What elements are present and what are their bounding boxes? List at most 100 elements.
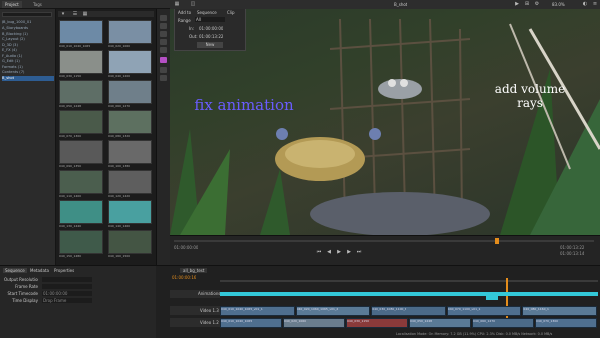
bin-item[interactable]: E_FX (4) bbox=[2, 48, 54, 53]
timeline-clip[interactable]: 040_030_1080_1100_t bbox=[371, 306, 446, 316]
annotation-fix-animation[interactable]: fix animation bbox=[194, 97, 294, 113]
clip-thumbnail[interactable] bbox=[59, 230, 103, 254]
track-header-video-1-3[interactable]: Video 1.3 bbox=[170, 306, 220, 315]
clip-thumbnail[interactable] bbox=[59, 140, 103, 164]
redo-tool-icon[interactable] bbox=[160, 75, 167, 81]
timeline-clip[interactable]: 040_010_1040_1065_v01_1 bbox=[220, 306, 295, 316]
clip-thumbnail[interactable] bbox=[59, 170, 103, 194]
timeline-clip-label: 040_070_1100_v01_1 bbox=[447, 307, 481, 311]
bin-item[interactable]: A_Storyboards bbox=[2, 26, 54, 31]
scrub-bar[interactable] bbox=[174, 240, 594, 242]
inspector-field-label: Frame Rate bbox=[15, 284, 38, 289]
grid-icon[interactable]: ▦ bbox=[174, 1, 180, 7]
popup-in-value[interactable]: 01:00:00:00 bbox=[199, 26, 223, 31]
clip-thumbnail[interactable] bbox=[108, 80, 152, 104]
track-header-animations[interactable]: Animations bbox=[170, 290, 220, 298]
clip-thumbnail[interactable] bbox=[59, 20, 103, 44]
bin-item[interactable]: Formats (1) bbox=[2, 65, 54, 70]
grid-view-icon[interactable]: ▦ bbox=[82, 11, 88, 17]
clip-thumbnail[interactable] bbox=[59, 200, 103, 224]
timeline-clip-label: 040_070_1300 bbox=[536, 319, 559, 323]
animation-track-bar[interactable] bbox=[220, 292, 598, 296]
popup-clip-option[interactable]: Clip bbox=[227, 10, 235, 15]
clip-thumbnail[interactable] bbox=[59, 50, 103, 74]
brush-tool-icon[interactable] bbox=[160, 39, 167, 45]
popup-sequence-option[interactable]: Sequence bbox=[197, 10, 217, 15]
clip-thumbnail-label: 040_050_1248 bbox=[59, 105, 82, 108]
clip-thumbnails: ▾ ☰ ▦ 040_010_1040_1065 040_020_1060 040_0… bbox=[56, 9, 156, 265]
clip-thumbnail[interactable] bbox=[59, 80, 103, 104]
settings-icon[interactable]: ⚙ bbox=[534, 1, 540, 7]
color-icon[interactable]: ◐ bbox=[582, 1, 588, 7]
playhead-marker[interactable] bbox=[495, 238, 499, 244]
clip-thumbnail[interactable] bbox=[108, 170, 152, 194]
timeline-clip[interactable]: 040_030_1150 bbox=[346, 318, 408, 328]
timeline-clip[interactable]: 040_050_1248 bbox=[409, 318, 471, 328]
eraser-tool-icon[interactable] bbox=[160, 47, 167, 53]
inspector-field-value[interactable] bbox=[42, 284, 92, 289]
timeline-clip[interactable]: 040_080_1160_1 bbox=[522, 306, 597, 316]
popup-range-select[interactable]: All bbox=[195, 17, 225, 22]
list-view-icon[interactable]: ☰ bbox=[72, 11, 78, 17]
project-panel: JB_bug_1000_01 A_Storyboards B_Blocking (… bbox=[0, 9, 56, 265]
bin-item[interactable]: B_shot bbox=[2, 75, 54, 81]
project-root[interactable]: JB_bug_1000_01 bbox=[2, 20, 31, 25]
clip-thumbnail[interactable] bbox=[108, 50, 152, 74]
clip-thumbnail[interactable] bbox=[59, 110, 103, 134]
compare-icon[interactable]: ◫ bbox=[190, 1, 196, 7]
timeline-clip[interactable]: 040_060_1270 bbox=[472, 318, 534, 328]
timeline-clip[interactable]: 040_070_1300 bbox=[535, 318, 597, 328]
annotation-marker[interactable] bbox=[486, 296, 498, 300]
tab-properties[interactable]: Properties bbox=[52, 268, 76, 273]
filter-icon[interactable]: ▾ bbox=[60, 11, 66, 17]
inspector-field-value[interactable] bbox=[42, 277, 92, 282]
timeline-clip[interactable]: 040_070_1100_v01_1 bbox=[446, 306, 522, 316]
tab-metadata[interactable]: Metadata bbox=[28, 268, 51, 273]
color-swatch-icon[interactable] bbox=[160, 57, 167, 63]
timeline-clip[interactable]: 040_020_1060 bbox=[283, 318, 345, 328]
tab-project[interactable]: Project bbox=[2, 1, 22, 8]
skip-forward-icon[interactable]: ⏭ bbox=[356, 249, 362, 255]
shape-tool-icon[interactable] bbox=[160, 31, 167, 37]
inspector-field-value[interactable]: Drop Frame bbox=[42, 298, 92, 303]
tab-tags[interactable]: Tags bbox=[30, 1, 45, 8]
inspector-field-value[interactable]: 01:00:00:00 bbox=[42, 291, 92, 296]
guides-icon[interactable]: ⊞ bbox=[524, 1, 530, 7]
bin-item[interactable]: C_Layout (2) bbox=[2, 37, 54, 42]
bin-item[interactable]: D_3D (3) bbox=[2, 43, 54, 48]
bin-item[interactable]: F_Audio (1) bbox=[2, 54, 54, 59]
skip-back-icon[interactable]: ⏮ bbox=[316, 249, 322, 255]
popup-new-button[interactable]: New bbox=[197, 42, 223, 48]
search-field[interactable] bbox=[2, 12, 52, 17]
bin-item[interactable]: Contents (7) bbox=[2, 70, 54, 75]
select-tool-icon[interactable] bbox=[160, 15, 167, 21]
step-forward-icon[interactable]: ▶ bbox=[346, 249, 352, 255]
annotation-add-volume-rays[interactable]: add volume rays bbox=[480, 82, 580, 110]
tab-sequence[interactable]: Sequence bbox=[3, 268, 27, 273]
clip-thumbnail[interactable] bbox=[108, 230, 152, 254]
timeline-clip[interactable]: 040_010_1040_1065 bbox=[220, 318, 282, 328]
sequence-tab[interactable]: all_bg_test bbox=[180, 268, 208, 273]
timeline-clip-label: 040_010_1040_1065 bbox=[221, 319, 253, 323]
undo-tool-icon[interactable] bbox=[160, 67, 167, 73]
timeline-timecode[interactable]: 01:00:00:16 bbox=[172, 275, 196, 280]
clip-thumbnail[interactable] bbox=[108, 140, 152, 164]
zoom-level[interactable]: 83.0% bbox=[552, 2, 565, 7]
timeline-ruler[interactable] bbox=[220, 280, 598, 282]
popup-add-to-label: Add to bbox=[178, 10, 192, 15]
clip-thumbnail-label: 040_100_1380 bbox=[108, 165, 131, 168]
clip-thumbnail[interactable] bbox=[108, 20, 152, 44]
bin-item[interactable]: G_Edit (1) bbox=[2, 59, 54, 64]
menu-icon[interactable]: ≡ bbox=[592, 1, 598, 7]
clip-thumbnail[interactable] bbox=[108, 110, 152, 134]
timeline-clip[interactable]: 040_020_1060_1065_v01_2 bbox=[295, 306, 371, 316]
step-back-icon[interactable]: ◀ bbox=[326, 249, 332, 255]
clip-thumbnail[interactable] bbox=[108, 200, 152, 224]
bin-item[interactable]: B_Blocking (1) bbox=[2, 32, 54, 37]
play-icon[interactable]: ▶ bbox=[514, 1, 520, 7]
viewer-frame[interactable]: fix animation add volume rays Add to Seq… bbox=[170, 9, 600, 235]
popup-out-value[interactable]: 01:00:13:22 bbox=[199, 34, 223, 39]
play-button-icon[interactable]: ▶ bbox=[336, 249, 342, 255]
text-tool-icon[interactable] bbox=[160, 23, 167, 29]
track-header-video-1-2[interactable]: Video 1.2 bbox=[170, 318, 220, 327]
